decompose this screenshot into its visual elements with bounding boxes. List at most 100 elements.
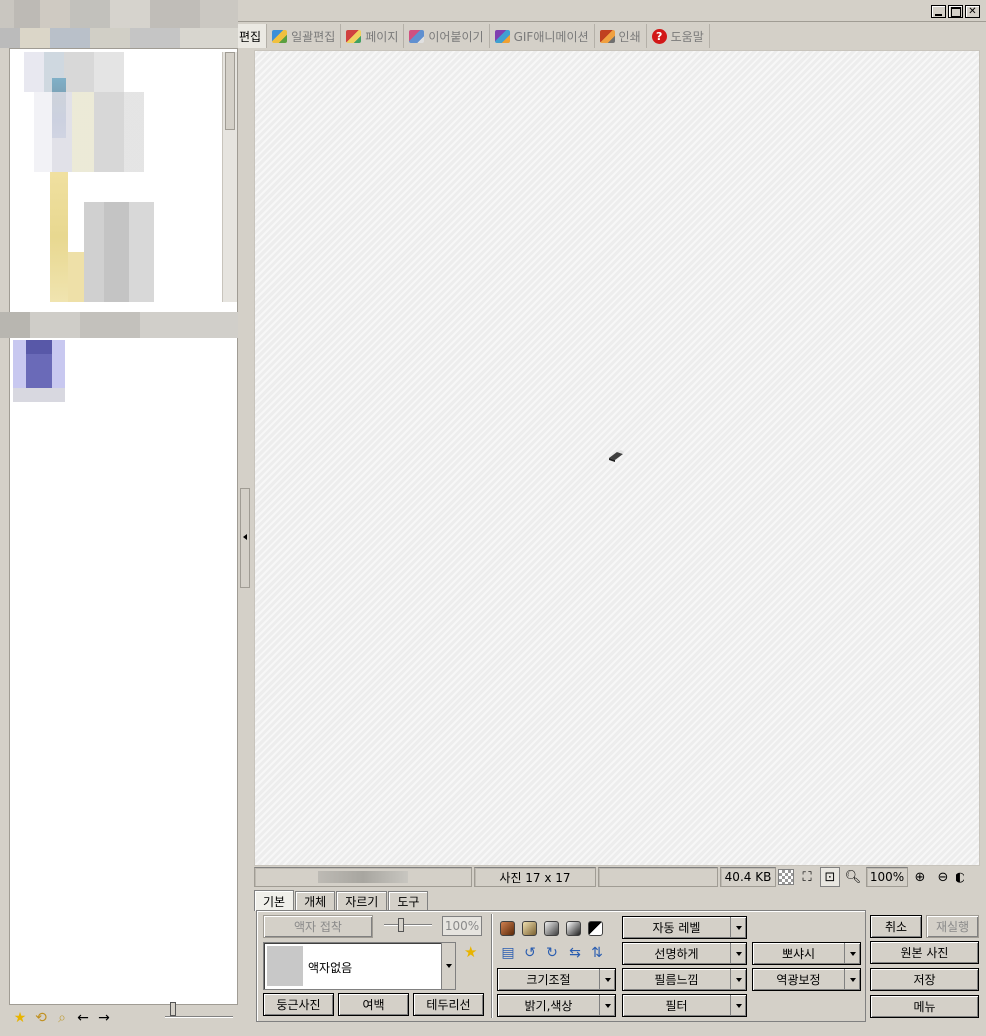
folder-search-icon[interactable]: ⌕ — [54, 1010, 70, 1026]
forward-arrow-icon[interactable]: → — [96, 1010, 112, 1026]
menu-item-label: 이어붙이기 — [428, 29, 484, 44]
zoom-level: 100% — [866, 867, 908, 887]
frame-select[interactable]: 액자없음 — [263, 942, 456, 990]
sharpen-button[interactable]: 선명하게 — [622, 942, 747, 965]
backlight-button[interactable]: 역광보정 — [752, 968, 861, 991]
chevron-down-icon[interactable] — [730, 995, 746, 1016]
chevron-down-icon[interactable] — [441, 943, 455, 989]
auto-level-label: 자동 레벨 — [652, 921, 701, 935]
panel-splitter[interactable] — [240, 488, 250, 588]
rotate-left-icon[interactable]: ↺ — [521, 944, 539, 962]
photo-thumbnail[interactable] — [14, 52, 222, 302]
zoom-search-icon[interactable]: 🔍︎ — [843, 867, 863, 887]
opacity-slider[interactable] — [384, 924, 432, 926]
menu-item-batch-edit[interactable]: 일괄편집 — [267, 24, 342, 48]
frame-select-label: 액자없음 — [308, 961, 353, 975]
menu-item-gif-animation[interactable]: GIF애니메이션 — [490, 24, 595, 48]
status-bar: 사진 17 x 17 40.4 KB ⛶ ⊡ 🔍︎ 100% ⊕ ⊖ ◐ — [254, 866, 984, 888]
tab-tools[interactable]: 도구 — [388, 891, 429, 911]
page-icon — [346, 29, 362, 43]
status-file-size: 40.4 KB — [720, 867, 776, 887]
menu-item-edit[interactable]: 편집 — [234, 24, 268, 48]
close-icon[interactable]: ✕ — [965, 5, 980, 18]
minimize-icon[interactable] — [931, 5, 946, 18]
transparency-checker-icon[interactable] — [778, 869, 794, 885]
tone-dark-swatch[interactable] — [566, 921, 581, 936]
chevron-down-icon[interactable] — [599, 969, 615, 990]
menu-item-help[interactable]: ? 도움말 — [647, 24, 710, 48]
fit-screen-icon[interactable]: ⛶ — [797, 867, 817, 887]
actual-size-icon[interactable]: ⊡ — [820, 867, 840, 887]
cancel-button[interactable]: 취소 — [870, 915, 922, 938]
main-menu: 편집 일괄편집 페이지 이어붙이기 GIF애니메이션 인쇄 ? 도움말 — [234, 24, 710, 48]
image-preview — [609, 450, 624, 462]
redo-button[interactable]: 재실행 — [926, 915, 979, 938]
tab-object[interactable]: 개체 — [295, 891, 336, 911]
thumbnail-size-slider[interactable] — [165, 1016, 233, 1018]
thumbnail-strip — [0, 312, 238, 338]
tab-crop[interactable]: 자르기 — [336, 891, 388, 911]
favorite-star-icon[interactable]: ★ — [464, 943, 477, 961]
menu-item-label: 편집 — [239, 29, 262, 44]
rotate-icon[interactable]: ⟲ — [33, 1010, 49, 1026]
thumbnail-toolbar: ★ ⟲ ⌕ ← → — [9, 1007, 238, 1029]
collapse-arrow-icon — [243, 534, 247, 540]
auto-level-button[interactable]: 자동 레벨 — [622, 916, 747, 939]
slider-thumb[interactable] — [170, 1002, 176, 1016]
star-icon[interactable]: ★ — [12, 1010, 28, 1026]
flip-vertical-icon[interactable]: ⇅ — [588, 944, 606, 962]
frame-apply-button[interactable]: 액자 접착 — [263, 915, 373, 938]
photo-thumbnail-2[interactable] — [13, 340, 65, 402]
round-photo-button[interactable]: 둥근사진 — [263, 993, 334, 1016]
zoom-more-icon[interactable]: ◐ — [956, 867, 964, 887]
chevron-down-icon[interactable] — [730, 917, 746, 938]
layer-icon[interactable]: ▤ — [499, 944, 517, 962]
menu-item-print[interactable]: 인쇄 — [595, 24, 647, 48]
status-empty — [598, 867, 718, 887]
help-icon: ? — [651, 28, 667, 44]
tone-contrast-swatch[interactable] — [588, 921, 603, 936]
gif-animation-icon — [494, 29, 510, 43]
thumbnail-scrollbar[interactable] — [222, 52, 237, 302]
scrollbar-thumb[interactable] — [225, 52, 235, 130]
sharpen-label: 선명하게 — [654, 947, 699, 961]
menu-item-label: GIF애니메이션 — [513, 29, 589, 44]
brightness-color-button[interactable]: 밝기,색상 — [497, 994, 616, 1017]
flip-horizontal-icon[interactable]: ⇆ — [566, 944, 584, 962]
original-photo-button[interactable]: 원본 사진 — [870, 941, 979, 964]
brightness-color-label: 밝기,색상 — [524, 999, 573, 1013]
tab-basic[interactable]: 기본 — [254, 890, 295, 911]
tone-warm-swatch[interactable] — [522, 921, 537, 936]
tone-gray-swatch[interactable] — [544, 921, 559, 936]
resize-button[interactable]: 크기조절 — [497, 968, 616, 991]
soft-focus-button[interactable]: 뽀샤시 — [752, 942, 861, 965]
chevron-down-icon[interactable] — [844, 969, 860, 990]
chevron-down-icon[interactable] — [730, 969, 746, 990]
soft-focus-label: 뽀샤시 — [781, 947, 816, 961]
edit-tabs: 기본 개체 자르기 도구 — [254, 890, 429, 912]
opacity-slider-thumb[interactable] — [398, 918, 404, 932]
chevron-down-icon[interactable] — [599, 995, 615, 1016]
chevron-down-icon[interactable] — [844, 943, 860, 964]
save-button[interactable]: 저장 — [870, 968, 979, 991]
chevron-down-icon[interactable] — [730, 943, 746, 964]
rotate-right-icon[interactable]: ↻ — [543, 944, 561, 962]
zoom-out-icon[interactable]: ⊖ — [933, 867, 953, 887]
menu-button[interactable]: 메뉴 — [870, 995, 979, 1018]
zoom-in-icon[interactable]: ⊕ — [910, 867, 930, 887]
filter-button[interactable]: 필터 — [622, 994, 747, 1017]
margin-button[interactable]: 여백 — [338, 993, 409, 1016]
backlight-label: 역광보정 — [776, 973, 821, 987]
maximize-icon[interactable] — [948, 5, 963, 18]
menu-item-label: 일괄편집 — [291, 29, 336, 44]
tone-sepia-swatch[interactable] — [500, 921, 515, 936]
frame-preview — [267, 946, 303, 986]
border-button[interactable]: 테두리선 — [413, 993, 484, 1016]
menu-item-page[interactable]: 페이지 — [341, 24, 405, 48]
back-arrow-icon[interactable]: ← — [75, 1010, 91, 1026]
menu-item-merge[interactable]: 이어붙이기 — [404, 24, 490, 48]
blurred-header-area — [0, 0, 238, 48]
film-feel-button[interactable]: 필름느낌 — [622, 968, 747, 991]
merge-icon — [409, 29, 425, 43]
batch-edit-icon — [272, 29, 288, 43]
